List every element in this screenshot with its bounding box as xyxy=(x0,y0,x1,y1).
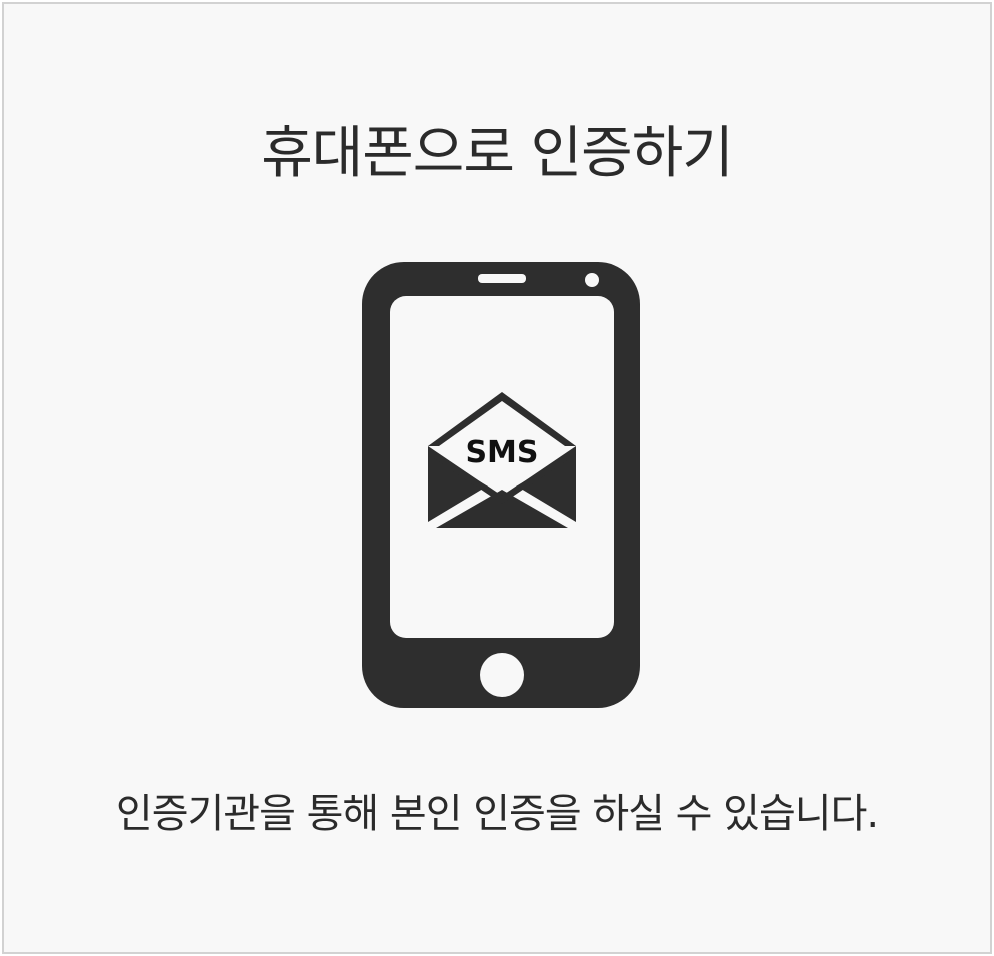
card-title: 휴대폰으로 인증하기 xyxy=(261,121,733,186)
mobile-phone-icon: SMS xyxy=(360,260,640,708)
card-description: 인증기관을 통해 본인 인증을 하실 수 있습니다. xyxy=(115,791,879,837)
phone-verification-card[interactable]: 휴대폰으로 인증하기 SMS 인증기관을 통해 본인 인증을 하실 수 있습니다… xyxy=(2,2,992,954)
sms-label: SMS xyxy=(465,435,538,470)
